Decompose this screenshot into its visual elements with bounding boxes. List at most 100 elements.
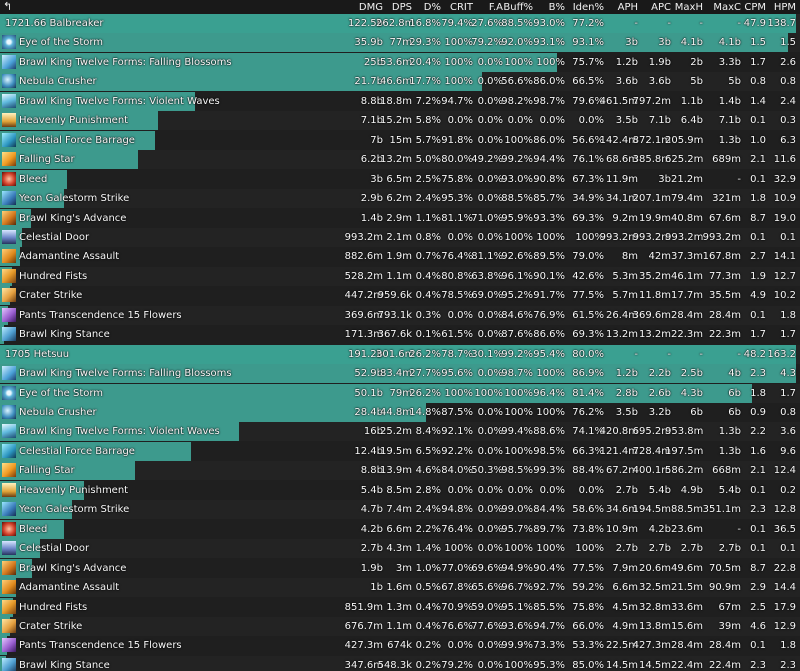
skill-row[interactable]: Celestial Door 993.2m 2.1m 0.8% 0.0% 0.0% 100%… bbox=[0, 227, 800, 247]
skill-name: Brawl King Stance bbox=[19, 329, 110, 341]
cell-dmg: 1.4b bbox=[360, 212, 383, 224]
skill-row[interactable]: Brawl King Twelve Forms: Violent Waves 16… bbox=[0, 422, 800, 442]
pants-transcendence-icon bbox=[2, 307, 16, 322]
skill-name: Brawl King's Advance bbox=[19, 212, 127, 224]
column-header-aph[interactable]: APH bbox=[604, 1, 638, 14]
column-header-apc[interactable]: APC bbox=[638, 1, 671, 14]
force-barrage-icon bbox=[2, 132, 16, 147]
cell-hpm: 138.7 bbox=[767, 18, 796, 29]
skill-row[interactable]: Crater Strike 447.2m 959.6k 0.4% 78.5% 69.0% 9… bbox=[0, 286, 800, 306]
column-header-dpct[interactable]: D% bbox=[412, 1, 441, 14]
skill-row[interactable]: Celestial Force Barrage 7b 15m 5.7% 91.8% 0.0… bbox=[0, 130, 800, 150]
skill-row[interactable]: Brawl King's Advance 1.4b 2.9m 1.1% 81.1% 71.… bbox=[0, 208, 800, 228]
skill-row[interactable]: Celestial Door 2.7b 4.3m 1.4% 100% 0.0% 100% 10… bbox=[0, 539, 800, 559]
column-header-maxh[interactable]: MaxH bbox=[671, 1, 703, 14]
cell-hpm: 36.5 bbox=[773, 523, 796, 535]
column-header-buffpct[interactable]: Buff% bbox=[503, 1, 533, 14]
skill-row[interactable]: Falling Star 8.8b 13.9m 4.6% 84.0% 50.3% 98.5%… bbox=[0, 461, 800, 481]
skill-row[interactable]: Brawl King Twelve Forms: Violent Waves 8.… bbox=[0, 91, 800, 111]
skill-row[interactable]: Brawl King Twelve Forms: Falling Blossom… bbox=[0, 364, 800, 384]
skill-row[interactable]: Bleed 3b 6.5m 2.5% 75.8% 0.0% 93.0% 90.8% 67.3% 1… bbox=[0, 169, 800, 189]
column-header-cpm[interactable]: CPM bbox=[741, 1, 766, 14]
column-header-dps[interactable]: DPS bbox=[382, 1, 412, 14]
skill-row[interactable]: Brawl King Stance 347.6m 548.3k 0.2% 79.2% 0.… bbox=[0, 655, 800, 671]
skill-row[interactable]: Nebula Crusher 21.7b 46.6m 17.7% 100% 0.0% 56.… bbox=[0, 72, 800, 92]
cell-dmg: 122.5b bbox=[348, 18, 383, 29]
storm-eye-icon bbox=[2, 385, 16, 400]
skill-row[interactable]: Pants Transcendence 15 Flowers 427.3m 674k… bbox=[0, 636, 800, 656]
cell-hpm: 14.1 bbox=[773, 251, 796, 263]
skill-row[interactable]: Adamantine Assault 882.6m 1.9m 0.7% 76.4% 81.… bbox=[0, 247, 800, 267]
skill-name: Crater Strike bbox=[19, 620, 83, 632]
column-header-f-a[interactable]: F.A bbox=[473, 1, 503, 14]
cell-hpm: 1.7 bbox=[780, 387, 796, 399]
skill-row[interactable]: Brawl King Stance 171.3m 367.6k 0.1% 61.5% 0.… bbox=[0, 325, 800, 345]
skill-name: Bleed bbox=[19, 523, 48, 535]
skill-row[interactable]: Eye of the Storm 35.9b 77m 29.3% 100% 79.2% 92… bbox=[0, 33, 800, 53]
cell-dmg: 993.2m bbox=[344, 231, 383, 243]
cell-dmg: 676.7m bbox=[344, 620, 383, 632]
cell-dmg: 4.7b bbox=[360, 504, 383, 516]
skill-row[interactable]: Crater Strike 676.7m 1.1m 0.4% 76.6% 77.6% 93.… bbox=[0, 616, 800, 636]
violent-waves-icon bbox=[2, 424, 16, 439]
bleed-icon bbox=[2, 171, 16, 186]
kings-advance-icon bbox=[2, 560, 16, 575]
skill-row[interactable]: Adamantine Assault 1b 1.6m 0.5% 67.8% 65.6% 96… bbox=[0, 578, 800, 598]
kings-advance-icon bbox=[2, 210, 16, 225]
skill-name: Bleed bbox=[19, 173, 48, 185]
skill-name: Brawl King Stance bbox=[19, 659, 110, 671]
cell-hpm: 2.3 bbox=[780, 659, 796, 671]
cell-hpm: 0.8 bbox=[780, 76, 796, 88]
cell-hpm: 11.6 bbox=[773, 154, 796, 166]
adamantine-assault-icon bbox=[2, 249, 16, 264]
skill-name: Celestial Force Barrage bbox=[19, 134, 135, 146]
skill-row[interactable]: Hundred Fists 851.9m 1.3m 0.4% 70.9% 59.0% 95.… bbox=[0, 597, 800, 617]
cell-hpm: 0.8 bbox=[780, 407, 796, 418]
skill-row[interactable]: Brawl King Twelve Forms: Falling Blossom… bbox=[0, 52, 800, 72]
skill-row[interactable]: Brawl King's Advance 1.9b 3m 1.0% 77.0% 69.6%… bbox=[0, 558, 800, 578]
skill-row[interactable]: Yeon Galestorm Strike 2.9b 6.2m 2.4% 95.3% 0.… bbox=[0, 189, 800, 209]
skill-name: Brawl King Twelve Forms: Falling Blossom… bbox=[19, 368, 232, 380]
skill-row[interactable]: Nebula Crusher 28.4b 44.8m 14.8% 87.5% 0.0% 10… bbox=[0, 403, 800, 422]
cell-dmg: 6.2b bbox=[360, 154, 383, 166]
cell-hpm: 2.6 bbox=[780, 56, 796, 68]
skill-row[interactable]: Heavenly Punishment 7.1b 15.2m 5.8% 0.0% 0.0%… bbox=[0, 111, 800, 131]
skill-row[interactable]: Heavenly Punishment 5.4b 8.5m 2.8% 0.0% 0.0% 0… bbox=[0, 480, 800, 500]
skill-row[interactable]: Bleed 4.2b 6.6m 2.2% 76.4% 0.0% 95.7% 89.7% 73.8… bbox=[0, 519, 800, 539]
cell-dmg: 7b bbox=[370, 134, 383, 146]
back-arrow-icon[interactable]: ↰ bbox=[3, 0, 15, 13]
player-row[interactable]: 1705 Hetsuu 191.2b 301.6m 26.2% 78.7% 30.1% 99… bbox=[0, 344, 800, 364]
cell-dmg: 7.1b bbox=[360, 115, 383, 127]
column-header-hpm[interactable]: HPM bbox=[766, 1, 796, 14]
falling-blossoms-icon bbox=[2, 54, 16, 69]
skill-row[interactable]: Eye of the Storm 50.1b 79m 26.2% 100% 100% 100… bbox=[0, 383, 800, 403]
column-header-bpct[interactable]: B% bbox=[533, 1, 565, 14]
skill-row[interactable]: Pants Transcendence 15 Flowers 369.6m 793.… bbox=[0, 305, 800, 325]
skill-name: Falling Star bbox=[19, 465, 75, 477]
column-header-dmg[interactable]: DMG bbox=[333, 1, 383, 14]
column-header-crit[interactable]: CRIT bbox=[441, 1, 473, 14]
skill-name: Celestial Door bbox=[19, 231, 90, 243]
cell-hpm: 17.9 bbox=[773, 601, 796, 613]
cell-dmg: 21.7b bbox=[354, 76, 383, 88]
violent-waves-icon bbox=[2, 93, 16, 108]
cell-dmg: 50.1b bbox=[354, 387, 383, 399]
column-header-bar: ↰ DMG DPS D% CRIT F.A Buff% B% Iden% APH APC MaxH M… bbox=[0, 0, 800, 14]
hundred-fists-icon bbox=[2, 268, 16, 283]
column-header-idenpct[interactable]: Iden% bbox=[565, 1, 604, 14]
cell-dmg: 5.4b bbox=[360, 484, 383, 496]
falling-blossoms-icon bbox=[2, 366, 16, 381]
cell-dmg: 528.2m bbox=[344, 270, 383, 282]
skill-row[interactable]: Falling Star 6.2b 13.2m 5.0% 80.0% 49.2% 99.2%… bbox=[0, 150, 800, 170]
skill-row[interactable]: Hundred Fists 528.2m 1.1m 0.4% 80.8% 63.8% 96.… bbox=[0, 266, 800, 286]
skill-name: Nebula Crusher bbox=[19, 407, 97, 418]
column-header-maxc[interactable]: MaxC bbox=[703, 1, 741, 14]
skill-name: Yeon Galestorm Strike bbox=[19, 193, 130, 205]
player-row[interactable]: 1721.66 Balbreaker 122.5b 262.8m 16.8% 79.4%… bbox=[0, 14, 800, 33]
cell-hpm: 9.6 bbox=[780, 445, 796, 457]
cell-dmg: 8.8b bbox=[360, 95, 383, 107]
skill-name: Yeon Galestorm Strike bbox=[19, 504, 130, 516]
skill-row[interactable]: Celestial Force Barrage 12.4b 19.5m 6.5% 92.… bbox=[0, 441, 800, 461]
skill-name: Hundred Fists bbox=[19, 601, 88, 613]
skill-row[interactable]: Yeon Galestorm Strike 4.7b 7.4m 2.4% 94.8% 0.… bbox=[0, 500, 800, 520]
